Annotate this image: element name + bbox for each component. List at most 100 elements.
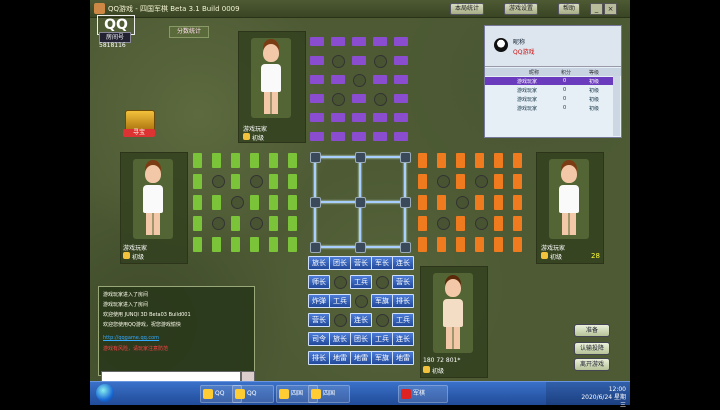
board-cell[interactable] — [352, 94, 366, 103]
camp-cell[interactable] — [212, 217, 225, 230]
board-cell[interactable] — [269, 174, 278, 189]
help-button[interactable]: 帮助 — [558, 3, 581, 15]
board-cell[interactable] — [193, 174, 202, 189]
board-cell[interactable] — [269, 216, 278, 231]
player-list-scrollbar[interactable] — [613, 76, 620, 136]
game-piece[interactable]: 连长 — [350, 313, 372, 327]
board-cell[interactable] — [288, 216, 297, 231]
board-cell[interactable] — [437, 237, 446, 252]
avatar[interactable] — [433, 273, 473, 353]
camp-cell[interactable] — [475, 217, 488, 230]
board-cell[interactable] — [352, 37, 366, 46]
board-cell[interactable] — [456, 237, 465, 252]
board-cell[interactable] — [193, 195, 202, 210]
board-cell[interactable] — [288, 174, 297, 189]
board-cell[interactable] — [418, 216, 427, 231]
board-cell[interactable] — [373, 75, 387, 84]
board-cell[interactable] — [310, 94, 324, 103]
board-cell[interactable] — [513, 174, 522, 189]
title-bar[interactable]: QQ游戏 - 四国军棋 Beta 3.1 Build 0009 本局统计 游戏设… — [90, 0, 630, 18]
taskbar-item[interactable]: 军棋 — [398, 385, 448, 403]
game-piece[interactable]: 旅长 — [329, 332, 351, 346]
game-piece[interactable]: 排长 — [392, 294, 414, 308]
game-piece[interactable]: 团长 — [350, 332, 372, 346]
camp-cell[interactable] — [250, 217, 263, 230]
camp-cell[interactable] — [334, 314, 347, 327]
game-piece[interactable]: 军长 — [371, 256, 393, 270]
board-cell[interactable] — [475, 195, 484, 210]
camp-cell[interactable] — [374, 93, 387, 106]
game-piece[interactable]: 地雷 — [392, 351, 414, 365]
railway-node[interactable] — [355, 152, 366, 163]
board-cell[interactable] — [269, 237, 278, 252]
railway-node[interactable] — [400, 152, 411, 163]
board-cell[interactable] — [288, 237, 297, 252]
board-cell[interactable] — [310, 132, 324, 141]
player-row[interactable]: 游戏玩家 0 初级 — [485, 95, 613, 103]
game-piece[interactable]: 司令 — [308, 332, 330, 346]
game-piece[interactable]: 军旗 — [371, 294, 393, 308]
board-cell[interactable] — [494, 216, 503, 231]
board-cell[interactable] — [494, 195, 503, 210]
start-button[interactable] — [96, 384, 114, 402]
board-cell[interactable] — [288, 153, 297, 168]
board-cell[interactable] — [193, 153, 202, 168]
board-cell[interactable] — [513, 237, 522, 252]
clock[interactable]: 12:00 2020/6/24 星期三 — [578, 386, 626, 410]
column-header[interactable]: 积分 — [561, 69, 571, 76]
treasure-button[interactable]: 寻宝 — [123, 108, 155, 138]
camp-cell[interactable] — [353, 74, 366, 87]
game-piece[interactable]: 排长 — [308, 351, 330, 365]
avatar[interactable] — [251, 38, 291, 118]
game-piece[interactable]: 师长 — [308, 275, 330, 289]
board-cell[interactable] — [456, 216, 465, 231]
game-piece[interactable]: 工兵 — [371, 332, 393, 346]
game-piece[interactable]: 工兵 — [350, 275, 372, 289]
board-cell[interactable] — [513, 195, 522, 210]
board-cell[interactable] — [394, 56, 408, 65]
board-cell[interactable] — [418, 237, 427, 252]
taskbar-item[interactable]: 四国 — [308, 385, 350, 403]
leave-game-button[interactable]: 离开游戏 — [574, 358, 610, 371]
board-cell[interactable] — [437, 195, 446, 210]
board-cell[interactable] — [331, 132, 345, 141]
board-cell[interactable] — [456, 174, 465, 189]
camp-cell[interactable] — [374, 55, 387, 68]
board-cell[interactable] — [394, 132, 408, 141]
board-cell[interactable] — [475, 237, 484, 252]
game-piece[interactable]: 军旗 — [371, 351, 393, 365]
board-cell[interactable] — [494, 153, 503, 168]
board-cell[interactable] — [310, 75, 324, 84]
avatar[interactable] — [549, 159, 589, 239]
board-cell[interactable] — [250, 153, 259, 168]
game-piece[interactable]: 地雷 — [329, 351, 351, 365]
board-cell[interactable] — [513, 216, 522, 231]
game-settings-button[interactable]: 游戏设置 — [504, 3, 539, 15]
game-piece[interactable]: 工兵 — [392, 313, 414, 327]
camp-cell[interactable] — [475, 175, 488, 188]
board-cell[interactable] — [310, 37, 324, 46]
railway-node[interactable] — [310, 152, 321, 163]
chat-link[interactable]: http://qqgame.qq.com — [103, 335, 159, 341]
taskbar-item[interactable]: QQ — [232, 385, 274, 403]
camp-cell[interactable] — [212, 175, 225, 188]
railway-node[interactable] — [400, 242, 411, 253]
railway-node[interactable] — [400, 197, 411, 208]
game-piece[interactable]: 旅长 — [308, 256, 330, 270]
player-row[interactable]: 游戏玩家 0 初级 — [485, 77, 613, 85]
board-cell[interactable] — [250, 195, 259, 210]
board-cell[interactable] — [288, 195, 297, 210]
board-cell[interactable] — [494, 237, 503, 252]
camp-cell[interactable] — [250, 175, 263, 188]
camp-cell[interactable] — [456, 196, 469, 209]
camp-cell[interactable] — [437, 217, 450, 230]
game-piece[interactable]: 团长 — [329, 256, 351, 270]
board-cell[interactable] — [212, 195, 221, 210]
board-cell[interactable] — [475, 153, 484, 168]
game-piece[interactable]: 地雷 — [350, 351, 372, 365]
board-cell[interactable] — [373, 132, 387, 141]
game-piece[interactable]: 营长 — [350, 256, 372, 270]
camp-cell[interactable] — [376, 314, 389, 327]
board-cell[interactable] — [418, 174, 427, 189]
board-cell[interactable] — [394, 113, 408, 122]
